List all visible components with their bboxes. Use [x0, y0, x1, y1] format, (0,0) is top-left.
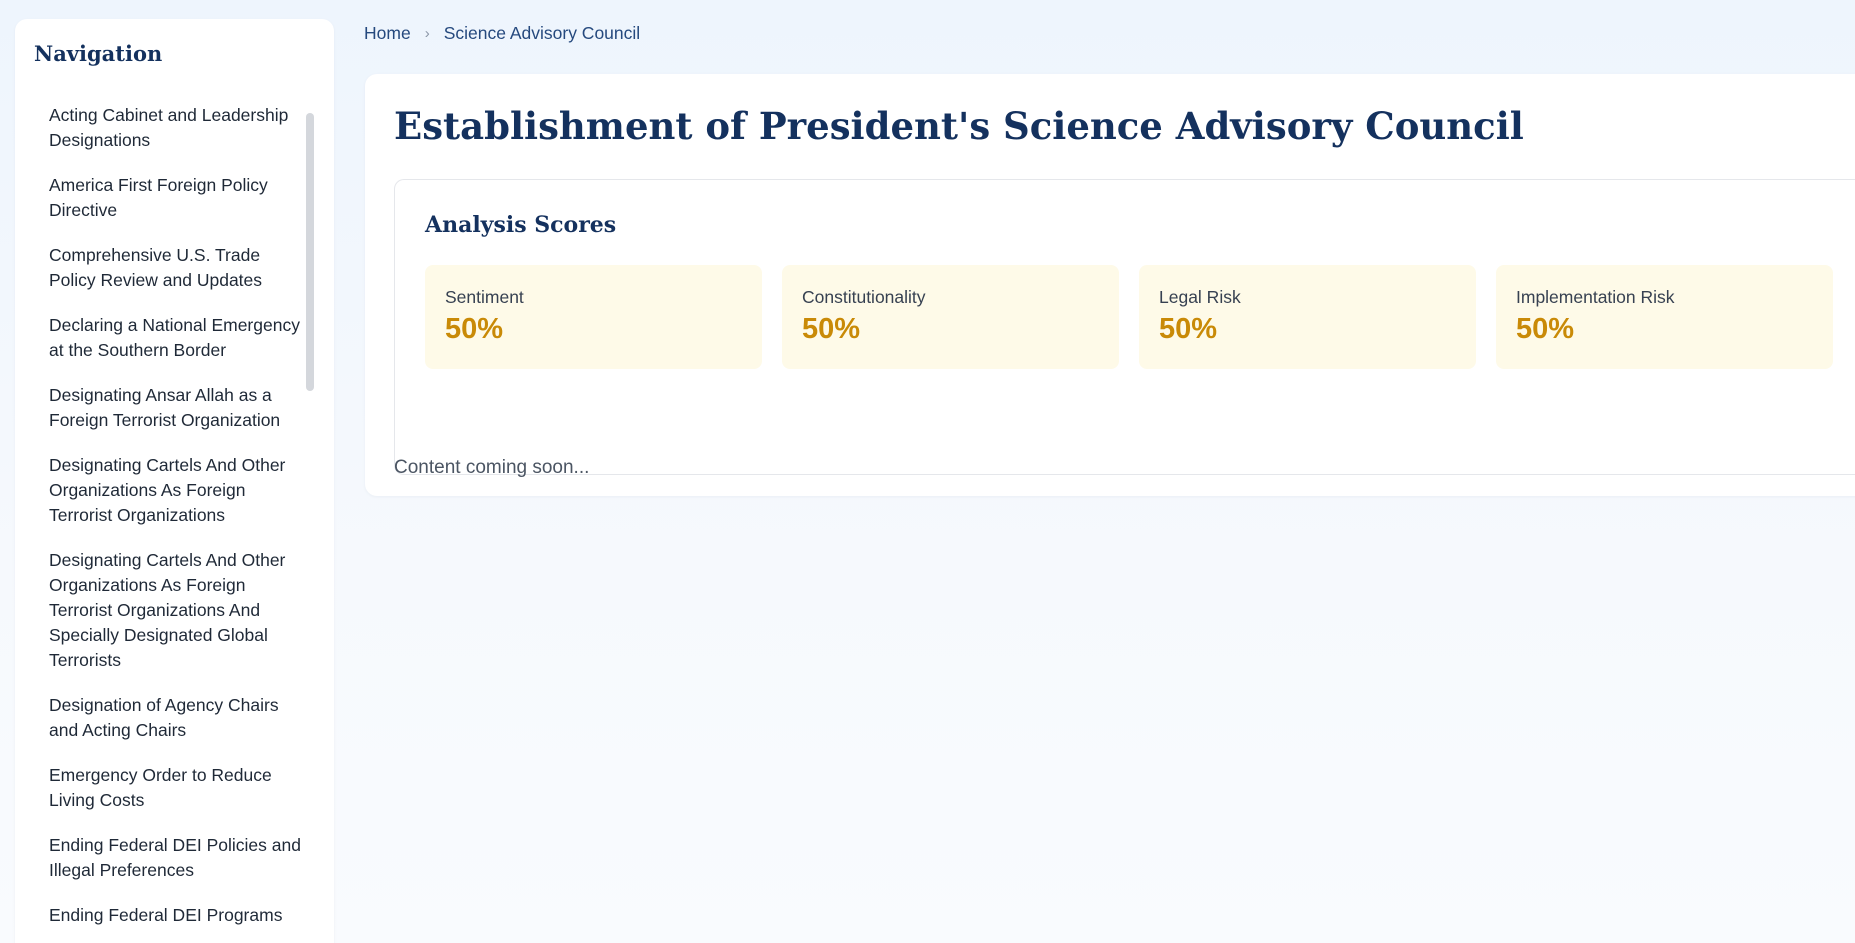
sidebar: Navigation Acting Cabinet and Leadership…	[15, 19, 334, 943]
score-card-sentiment: Sentiment 50%	[425, 265, 762, 369]
score-label: Implementation Risk	[1516, 287, 1675, 307]
score-card-legal-risk: Legal Risk 50%	[1139, 265, 1476, 369]
sidebar-item-trade-policy-review[interactable]: Comprehensive U.S. Trade Policy Review a…	[15, 243, 315, 293]
breadcrumb: Home › Science Advisory Council	[364, 20, 640, 46]
sidebar-item-cartels-fto[interactable]: Designating Cartels And Other Organizati…	[15, 453, 315, 528]
sidebar-item-ansar-allah[interactable]: Designating Ansar Allah as a Foreign Ter…	[15, 383, 315, 433]
sidebar-item-national-emergency-border[interactable]: Declaring a National Emergency at the So…	[15, 313, 315, 363]
score-value: 50%	[802, 313, 861, 345]
sidebar-item-cartels-fto-sdgt[interactable]: Designating Cartels And Other Organizati…	[15, 548, 315, 673]
breadcrumb-home-link[interactable]: Home	[364, 23, 411, 44]
score-label: Legal Risk	[1159, 287, 1241, 307]
score-card-constitutionality: Constitutionality 50%	[782, 265, 1119, 369]
analysis-scores-heading: Analysis Scores	[425, 212, 617, 238]
sidebar-item-reduce-living-costs[interactable]: Emergency Order to Reduce Living Costs	[15, 763, 315, 813]
sidebar-item-america-first-foreign-policy[interactable]: America First Foreign Policy Directive	[15, 173, 315, 223]
sidebar-item-acting-cabinet[interactable]: Acting Cabinet and Leadership Designatio…	[15, 103, 315, 153]
sidebar-title: Navigation	[34, 41, 163, 66]
score-label: Sentiment	[445, 287, 524, 307]
score-value: 50%	[445, 313, 504, 345]
score-value: 50%	[1159, 313, 1218, 345]
sidebar-scrollbar[interactable]	[306, 95, 314, 943]
sidebar-item-agency-chairs[interactable]: Designation of Agency Chairs and Acting …	[15, 693, 315, 743]
sidebar-item-ending-dei-policies[interactable]: Ending Federal DEI Policies and Illegal …	[15, 833, 315, 883]
score-card-implementation-risk: Implementation Risk 50%	[1496, 265, 1833, 369]
sidebar-scrollbar-thumb[interactable]	[306, 113, 314, 391]
sidebar-item-ending-dei-programs[interactable]: Ending Federal DEI Programs	[15, 903, 315, 928]
main-content: Establishment of President's Science Adv…	[365, 74, 1855, 496]
breadcrumb-current: Science Advisory Council	[443, 22, 641, 43]
page-title: Establishment of President's Science Adv…	[394, 104, 1524, 148]
content-placeholder-text: Content coming soon...	[394, 457, 590, 478]
chevron-right-icon: ›	[424, 24, 430, 42]
score-label: Constitutionality	[802, 287, 926, 307]
analysis-scores-panel: Analysis Scores Sentiment 50% Constituti…	[394, 179, 1855, 475]
nav-list: Acting Cabinet and Leadership Designatio…	[15, 103, 315, 943]
score-value: 50%	[1516, 313, 1575, 345]
page: Navigation Acting Cabinet and Leadership…	[0, 0, 1855, 943]
